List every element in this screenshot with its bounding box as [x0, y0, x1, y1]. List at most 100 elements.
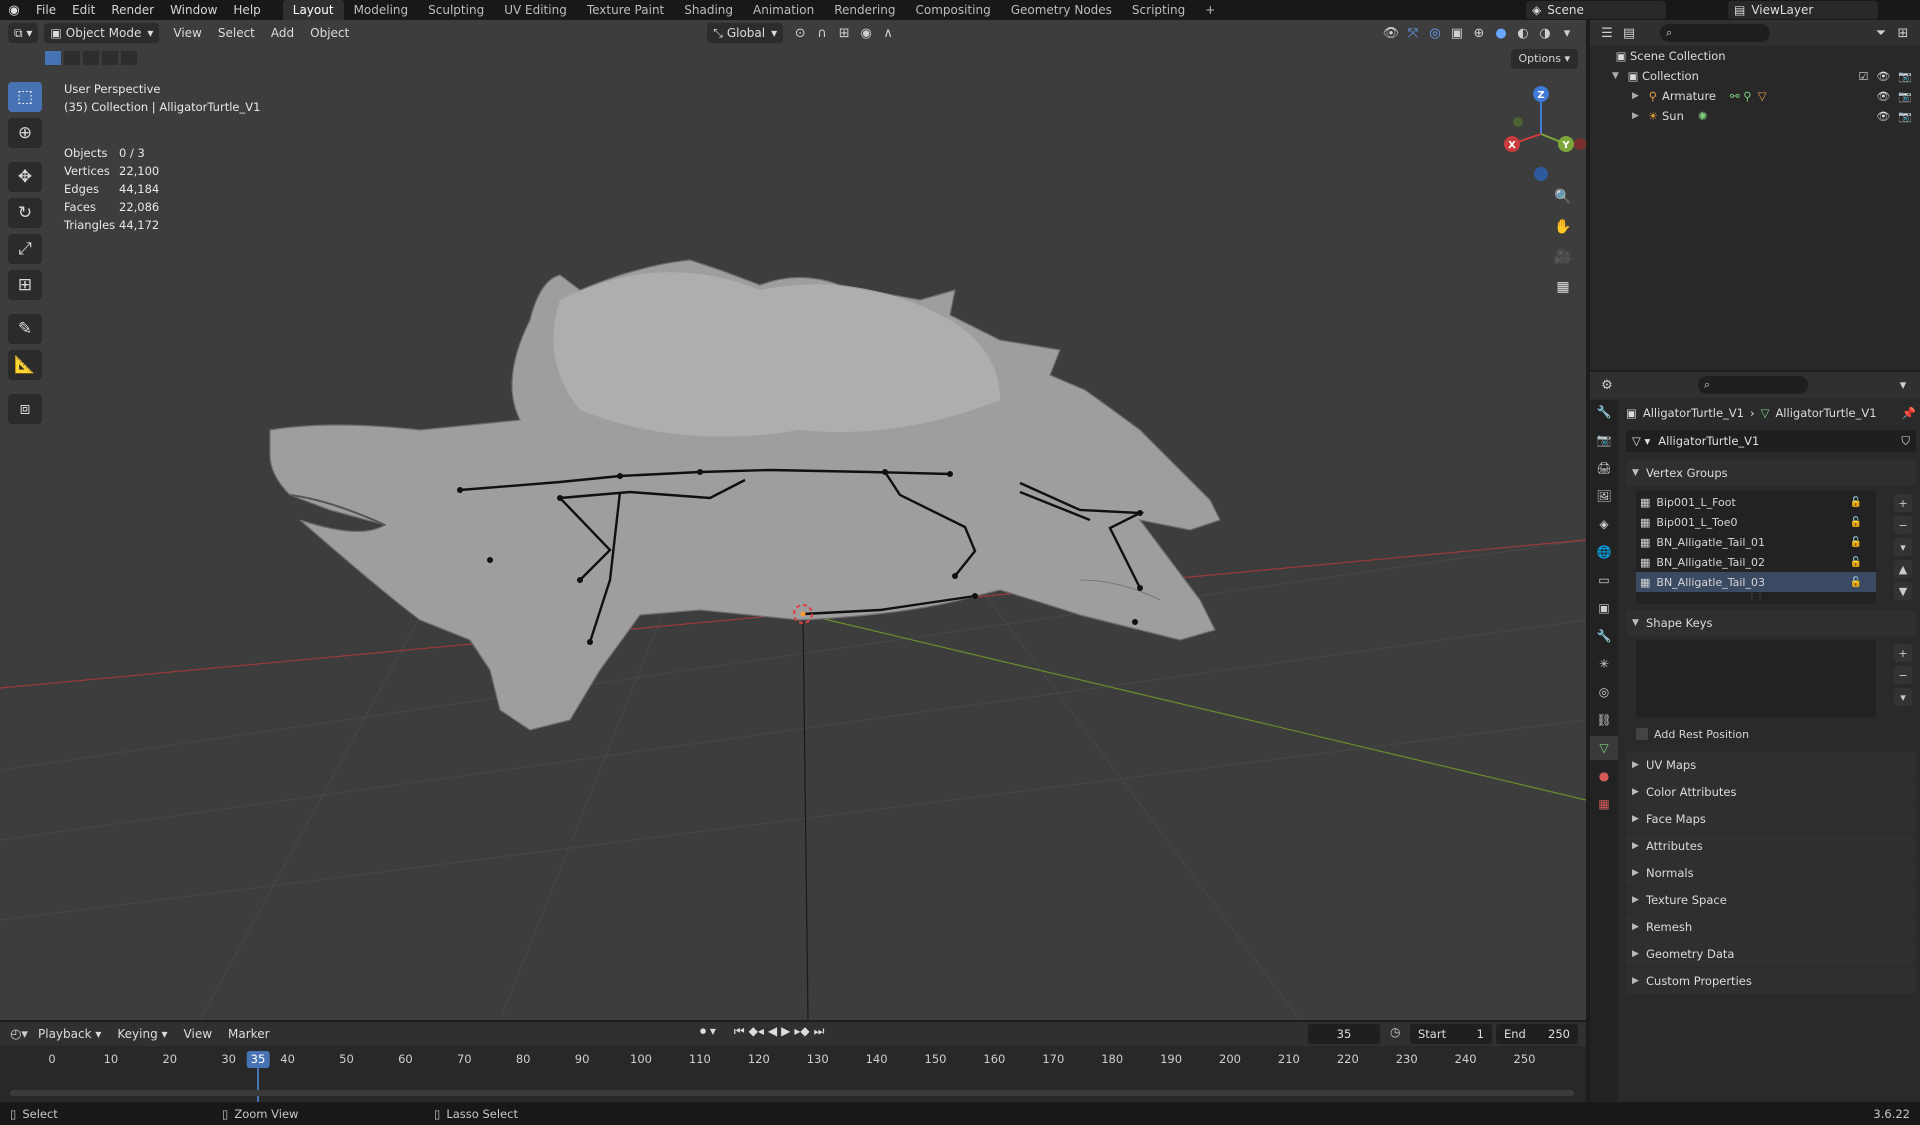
- add-rest-position-checkbox[interactable]: Add Rest Position: [1626, 724, 1916, 744]
- cursor-tool-icon[interactable]: ⊕: [8, 118, 42, 148]
- timeline-editor-icon[interactable]: ◴▾: [8, 1024, 30, 1044]
- outliner-item-armature[interactable]: ▶ ⚲ Armature ⚯ ⚲ ▽ 👁 📷: [1590, 86, 1920, 106]
- transform-tool-icon[interactable]: ⊞: [8, 270, 42, 300]
- annotate-tool-icon[interactable]: ✎: [8, 314, 42, 344]
- new-collection-icon[interactable]: ⊞: [1892, 23, 1914, 43]
- vertex-groups-panel-header[interactable]: ▼ Vertex Groups: [1626, 460, 1916, 486]
- rotate-tool-icon[interactable]: ↻: [8, 198, 42, 228]
- tab-rendering[interactable]: Rendering: [824, 0, 905, 20]
- menu-marker[interactable]: Marker: [220, 1024, 277, 1044]
- falloff-icon[interactable]: ∧: [877, 23, 899, 43]
- camera-view-icon[interactable]: 🎥: [1550, 244, 1576, 270]
- add-vertex-group-button[interactable]: +: [1894, 494, 1912, 512]
- collection-tab-icon[interactable]: ▭: [1590, 568, 1618, 592]
- lock-icon[interactable]: 🔓: [1850, 537, 1862, 548]
- measure-tool-icon[interactable]: 📐: [8, 350, 42, 380]
- proportional-edit-icon[interactable]: ◉: [855, 23, 877, 43]
- add-workspace-icon[interactable]: +: [1195, 0, 1225, 20]
- panel-face-maps[interactable]: ▶ Face Maps: [1626, 806, 1916, 832]
- navigation-gizmo[interactable]: Z X Y: [1496, 82, 1586, 192]
- timeline-scrollbar[interactable]: [10, 1090, 1574, 1096]
- menu-view[interactable]: View: [165, 23, 209, 43]
- fake-user-shield-icon[interactable]: ⛉: [1901, 434, 1910, 449]
- view-layer-tab-icon[interactable]: 🖼: [1590, 484, 1618, 508]
- select-intersect-icon[interactable]: [120, 50, 138, 66]
- pin-icon[interactable]: 📌: [1902, 406, 1916, 420]
- tab-sculpting[interactable]: Sculpting: [418, 0, 494, 20]
- panel-attributes[interactable]: ▶ Attributes: [1626, 833, 1916, 859]
- snap-target-icon[interactable]: ⊞: [833, 23, 855, 43]
- filter-icon[interactable]: ⏷: [1870, 23, 1892, 43]
- object-mode-dropdown[interactable]: ▣ Object Mode ▾: [44, 23, 160, 43]
- chevron-down-icon[interactable]: ▼: [1612, 71, 1624, 81]
- playhead-frame-label[interactable]: 35: [246, 1051, 270, 1068]
- select-extend-icon[interactable]: [63, 50, 81, 66]
- outliner-item-sun[interactable]: ▶ ☀ Sun ✺ 👁 📷: [1590, 106, 1920, 126]
- clock-icon[interactable]: ◷: [1390, 1025, 1400, 1039]
- menu-window[interactable]: Window: [162, 0, 225, 20]
- move-tool-icon[interactable]: ✥: [8, 162, 42, 192]
- move-down-button[interactable]: ▼: [1894, 582, 1912, 600]
- play-reverse-icon[interactable]: ◀: [768, 1024, 777, 1039]
- editor-type-button[interactable]: ⧉ ▾: [8, 23, 39, 43]
- jump-end-icon[interactable]: ⏭: [814, 1024, 825, 1039]
- tab-uv-editing[interactable]: UV Editing: [494, 0, 577, 20]
- list-item-selected[interactable]: ▦ BN_Alligatle_Tail_03 🔓: [1636, 572, 1876, 592]
- tab-scripting[interactable]: Scripting: [1122, 0, 1195, 20]
- timeline-ruler[interactable]: 0 10 20 30 40 50 60 70 80 90 100 110 120 130 140 150 160…: [0, 1046, 1586, 1102]
- prev-keyframe-icon[interactable]: ◆◂: [749, 1024, 764, 1039]
- jump-start-icon[interactable]: ⏮: [734, 1024, 745, 1039]
- camera-icon[interactable]: 📷: [1898, 70, 1912, 83]
- blender-logo-icon[interactable]: ◉: [0, 0, 28, 20]
- scene-tab-icon[interactable]: ◈: [1590, 512, 1618, 536]
- menu-help[interactable]: Help: [225, 0, 268, 20]
- constraints-tab-icon[interactable]: ⛓: [1590, 708, 1618, 732]
- remove-vertex-group-button[interactable]: −: [1894, 516, 1912, 534]
- checkbox-icon[interactable]: [1636, 728, 1648, 740]
- snap-icon[interactable]: ∩: [811, 23, 833, 43]
- outliner-editor-icon[interactable]: ☰: [1596, 23, 1618, 43]
- mesh-data-tab-icon[interactable]: ▽: [1590, 736, 1618, 760]
- xray-toggle-icon[interactable]: ▣: [1446, 23, 1468, 43]
- play-icon[interactable]: ▶: [781, 1024, 790, 1039]
- visibility-icon[interactable]: 👁: [1380, 23, 1402, 43]
- panel-color-attributes[interactable]: ▶ Color Attributes: [1626, 779, 1916, 805]
- record-icon[interactable]: ⏺ ▾: [700, 1024, 716, 1039]
- menu-file[interactable]: File: [28, 0, 64, 20]
- panel-texture-space[interactable]: ▶ Texture Space: [1626, 887, 1916, 913]
- world-tab-icon[interactable]: 🌐: [1590, 540, 1618, 564]
- outliner-collection[interactable]: ▼ ▣ Collection ☑ 👁 📷: [1590, 66, 1920, 86]
- lock-icon[interactable]: 🔓: [1850, 557, 1862, 568]
- select-box-tool-icon[interactable]: ⬚: [8, 82, 42, 112]
- transform-orientation-dropdown[interactable]: ⤡ Global ▾: [707, 23, 784, 43]
- end-frame-field[interactable]: End 250: [1496, 1024, 1578, 1044]
- camera-icon[interactable]: 📷: [1898, 110, 1912, 123]
- lock-icon[interactable]: 🔓: [1850, 517, 1862, 528]
- tab-compositing[interactable]: Compositing: [905, 0, 1000, 20]
- panel-custom-properties[interactable]: ▶ Custom Properties: [1626, 968, 1916, 994]
- eye-icon[interactable]: 👁: [1876, 110, 1890, 123]
- properties-editor-icon[interactable]: ⚙: [1596, 375, 1618, 395]
- vertex-group-specials-button[interactable]: ▾: [1894, 538, 1912, 556]
- panel-geometry-data[interactable]: ▶ Geometry Data: [1626, 941, 1916, 967]
- gizmo-toggle-icon[interactable]: ⤧: [1402, 23, 1424, 43]
- tool-tab-icon[interactable]: 🔧: [1590, 400, 1618, 424]
- eye-icon[interactable]: 👁: [1876, 90, 1890, 103]
- current-frame-field[interactable]: 35: [1308, 1024, 1380, 1044]
- rendered-shading-icon[interactable]: ◑: [1534, 23, 1556, 43]
- tab-geometry-nodes[interactable]: Geometry Nodes: [1001, 0, 1122, 20]
- zoom-icon[interactable]: 🔍: [1550, 184, 1576, 210]
- view-layer-selector[interactable]: ▤ ViewLayer: [1728, 1, 1878, 19]
- select-invert-icon[interactable]: [101, 50, 119, 66]
- alligator-turtle-mesh[interactable]: [269, 259, 1221, 731]
- output-tab-icon[interactable]: 🖨: [1590, 456, 1618, 480]
- menu-render[interactable]: Render: [103, 0, 162, 20]
- shape-keys-panel-header[interactable]: ▼ Shape Keys: [1626, 610, 1916, 636]
- checkbox-icon[interactable]: ☑: [1858, 70, 1868, 83]
- select-subtract-icon[interactable]: [82, 50, 100, 66]
- material-shading-icon[interactable]: ◐: [1512, 23, 1534, 43]
- list-item[interactable]: ▦ BN_Alligatle_Tail_02 🔓: [1636, 552, 1876, 572]
- pan-hand-icon[interactable]: ✋: [1550, 214, 1576, 240]
- menu-edit[interactable]: Edit: [64, 0, 103, 20]
- add-shape-key-button[interactable]: +: [1894, 644, 1912, 662]
